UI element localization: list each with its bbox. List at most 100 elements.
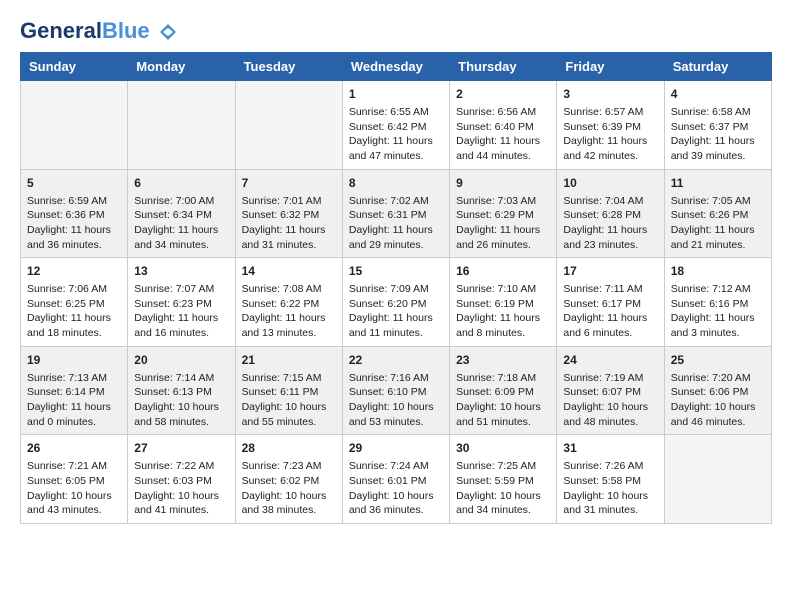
day-number: 3 bbox=[563, 86, 657, 103]
day-number: 26 bbox=[27, 440, 121, 457]
daylight-text: Daylight: 10 hours and 55 minutes. bbox=[242, 401, 327, 428]
day-number: 10 bbox=[563, 175, 657, 192]
calendar-cell: 21 Sunrise: 7:15 AM Sunset: 6:11 PM Dayligh… bbox=[235, 346, 342, 435]
sunset-text: Sunset: 6:25 PM bbox=[27, 298, 105, 310]
sunset-text: Sunset: 6:39 PM bbox=[563, 121, 641, 133]
weekday-header-sunday: Sunday bbox=[21, 53, 128, 81]
sunrise-text: Sunrise: 7:12 AM bbox=[671, 283, 751, 295]
day-number: 1 bbox=[349, 86, 443, 103]
calendar-cell: 25Sunrise: 7:20 AMSunset: 6:06 PMDayligh… bbox=[664, 346, 771, 435]
day-number: 2 bbox=[456, 86, 550, 103]
daylight-text: Daylight: 11 hours and 31 minutes. bbox=[242, 224, 326, 251]
calendar-cell: 18Sunrise: 7:12 AMSunset: 6:16 PMDayligh… bbox=[664, 258, 771, 347]
sunset-text: Sunset: 6:20 PM bbox=[349, 298, 427, 310]
daylight-text: Daylight: 11 hours and 16 minutes. bbox=[134, 312, 218, 339]
calendar-cell bbox=[128, 81, 235, 170]
calendar-week-row: 1Sunrise: 6:55 AMSunset: 6:42 PMDaylight… bbox=[21, 81, 772, 170]
daylight-text: Daylight: 11 hours and 18 minutes. bbox=[27, 312, 111, 339]
daylight-text: Daylight: 11 hours and 23 minutes. bbox=[563, 224, 647, 251]
weekday-header-row: SundayMondayTuesdayWednesdayThursdayFrid… bbox=[21, 53, 772, 81]
daylight-text: Daylight: 11 hours and 34 minutes. bbox=[134, 224, 218, 251]
sunrise-text: Sunrise: 7:15 AM bbox=[242, 372, 322, 384]
sunrise-text: Sunrise: 7:04 AM bbox=[563, 195, 643, 207]
sunset-text: Sunset: 6:10 PM bbox=[349, 386, 427, 398]
weekday-header-friday: Friday bbox=[557, 53, 664, 81]
day-number: 25 bbox=[671, 352, 765, 369]
day-number: 17 bbox=[563, 263, 657, 280]
sunrise-text: Sunrise: 7:22 AM bbox=[134, 460, 214, 472]
sunrise-text: Sunrise: 6:56 AM bbox=[456, 106, 536, 118]
calendar-cell: 4Sunrise: 6:58 AMSunset: 6:37 PMDaylight… bbox=[664, 81, 771, 170]
day-number: 23 bbox=[456, 352, 550, 369]
calendar-cell: 3Sunrise: 6:57 AMSunset: 6:39 PMDaylight… bbox=[557, 81, 664, 170]
calendar-cell: 16Sunrise: 7:10 AMSunset: 6:19 PMDayligh… bbox=[450, 258, 557, 347]
calendar-cell: 13 Sunrise: 7:07 AM Sunset: 6:23 PM Dayligh… bbox=[128, 258, 235, 347]
calendar-cell: 29Sunrise: 7:24 AMSunset: 6:01 PMDayligh… bbox=[342, 435, 449, 524]
sunrise-text: Sunrise: 7:13 AM bbox=[27, 372, 107, 384]
sunrise-text: Sunrise: 7:10 AM bbox=[456, 283, 536, 295]
sunrise-text: Sunrise: 7:21 AM bbox=[27, 460, 107, 472]
calendar-week-row: 19Sunrise: 7:13 AMSunset: 6:14 PMDayligh… bbox=[21, 346, 772, 435]
sunset-text: Sunset: 6:01 PM bbox=[349, 475, 427, 487]
calendar-cell: 7Sunrise: 7:01 AMSunset: 6:32 PMDaylight… bbox=[235, 169, 342, 258]
daylight-text: Daylight: 10 hours and 43 minutes. bbox=[27, 490, 112, 517]
day-number: 31 bbox=[563, 440, 657, 457]
sunset-text: Sunset: 6:23 PM bbox=[134, 298, 212, 310]
day-number: 4 bbox=[671, 86, 765, 103]
sunrise-text: Sunrise: 7:06 AM bbox=[27, 283, 107, 295]
day-number: 28 bbox=[242, 440, 336, 457]
sunset-text: Sunset: 6:03 PM bbox=[134, 475, 212, 487]
calendar-cell: 27Sunrise: 7:22 AMSunset: 6:03 PMDayligh… bbox=[128, 435, 235, 524]
sunrise-text: Sunrise: 7:24 AM bbox=[349, 460, 429, 472]
sunset-text: Sunset: 6:22 PM bbox=[242, 298, 320, 310]
calendar-cell: 31Sunrise: 7:26 AMSunset: 5:58 PMDayligh… bbox=[557, 435, 664, 524]
calendar-cell bbox=[21, 81, 128, 170]
calendar-cell: 28Sunrise: 7:23 AMSunset: 6:02 PMDayligh… bbox=[235, 435, 342, 524]
sunrise-text: Sunrise: 7:11 AM bbox=[563, 283, 642, 295]
sunset-text: Sunset: 6:11 PM bbox=[242, 386, 319, 398]
calendar-cell: 23Sunrise: 7:18 AMSunset: 6:09 PMDayligh… bbox=[450, 346, 557, 435]
sunset-text: Sunset: 6:06 PM bbox=[671, 386, 749, 398]
calendar-week-row: 26Sunrise: 7:21 AMSunset: 6:05 PMDayligh… bbox=[21, 435, 772, 524]
daylight-text: Daylight: 11 hours and 21 minutes. bbox=[671, 224, 755, 251]
sunrise-text: Sunrise: 7:25 AM bbox=[456, 460, 536, 472]
sunset-text: Sunset: 6:02 PM bbox=[242, 475, 320, 487]
calendar: SundayMondayTuesdayWednesdayThursdayFrid… bbox=[20, 52, 772, 524]
sunset-text: Sunset: 6:16 PM bbox=[671, 298, 749, 310]
header: GeneralBlue bbox=[20, 20, 772, 42]
sunset-text: Sunset: 6:17 PM bbox=[563, 298, 641, 310]
day-number: 24 bbox=[563, 352, 657, 369]
calendar-cell: 22Sunrise: 7:16 AMSunset: 6:10 PMDayligh… bbox=[342, 346, 449, 435]
daylight-text: Daylight: 11 hours and 29 minutes. bbox=[349, 224, 433, 251]
sunrise-text: Sunrise: 7:01 AM bbox=[242, 195, 322, 207]
daylight-text: Daylight: 11 hours and 6 minutes. bbox=[563, 312, 647, 339]
sunset-text: Sunset: 6:26 PM bbox=[671, 209, 749, 221]
calendar-cell: 15Sunrise: 7:09 AMSunset: 6:20 PMDayligh… bbox=[342, 258, 449, 347]
daylight-text: Daylight: 10 hours and 41 minutes. bbox=[134, 490, 219, 517]
daylight-text: Daylight: 11 hours and 3 minutes. bbox=[671, 312, 755, 339]
day-number: 29 bbox=[349, 440, 443, 457]
day-number: 11 bbox=[671, 175, 765, 192]
sunset-text: Sunset: 6:28 PM bbox=[563, 209, 641, 221]
sunrise-text: Sunrise: 6:59 AM bbox=[27, 195, 107, 207]
weekday-header-wednesday: Wednesday bbox=[342, 53, 449, 81]
sunrise-text: Sunrise: 7:03 AM bbox=[456, 195, 536, 207]
day-number: 8 bbox=[349, 175, 443, 192]
sunrise-text: Sunrise: 6:55 AM bbox=[349, 106, 429, 118]
weekday-header-thursday: Thursday bbox=[450, 53, 557, 81]
day-number: 9 bbox=[456, 175, 550, 192]
sunrise-text: Sunrise: 7:09 AM bbox=[349, 283, 429, 295]
sunset-text: Sunset: 6:29 PM bbox=[456, 209, 534, 221]
daylight-text: Daylight: 11 hours and 42 minutes. bbox=[563, 135, 647, 162]
sunset-text: Sunset: 6:36 PM bbox=[27, 209, 105, 221]
day-number: 30 bbox=[456, 440, 550, 457]
sunrise-text: Sunrise: 7:07 AM bbox=[134, 283, 214, 295]
calendar-cell: 26Sunrise: 7:21 AMSunset: 6:05 PMDayligh… bbox=[21, 435, 128, 524]
day-number: 12 bbox=[27, 263, 121, 280]
sunset-text: Sunset: 6:14 PM bbox=[27, 386, 105, 398]
day-number: 21 bbox=[242, 352, 336, 369]
sunset-text: Sunset: 6:13 PM bbox=[134, 386, 212, 398]
sunset-text: Sunset: 6:40 PM bbox=[456, 121, 534, 133]
sunrise-text: Sunrise: 7:20 AM bbox=[671, 372, 751, 384]
day-number: 13 bbox=[134, 263, 228, 280]
